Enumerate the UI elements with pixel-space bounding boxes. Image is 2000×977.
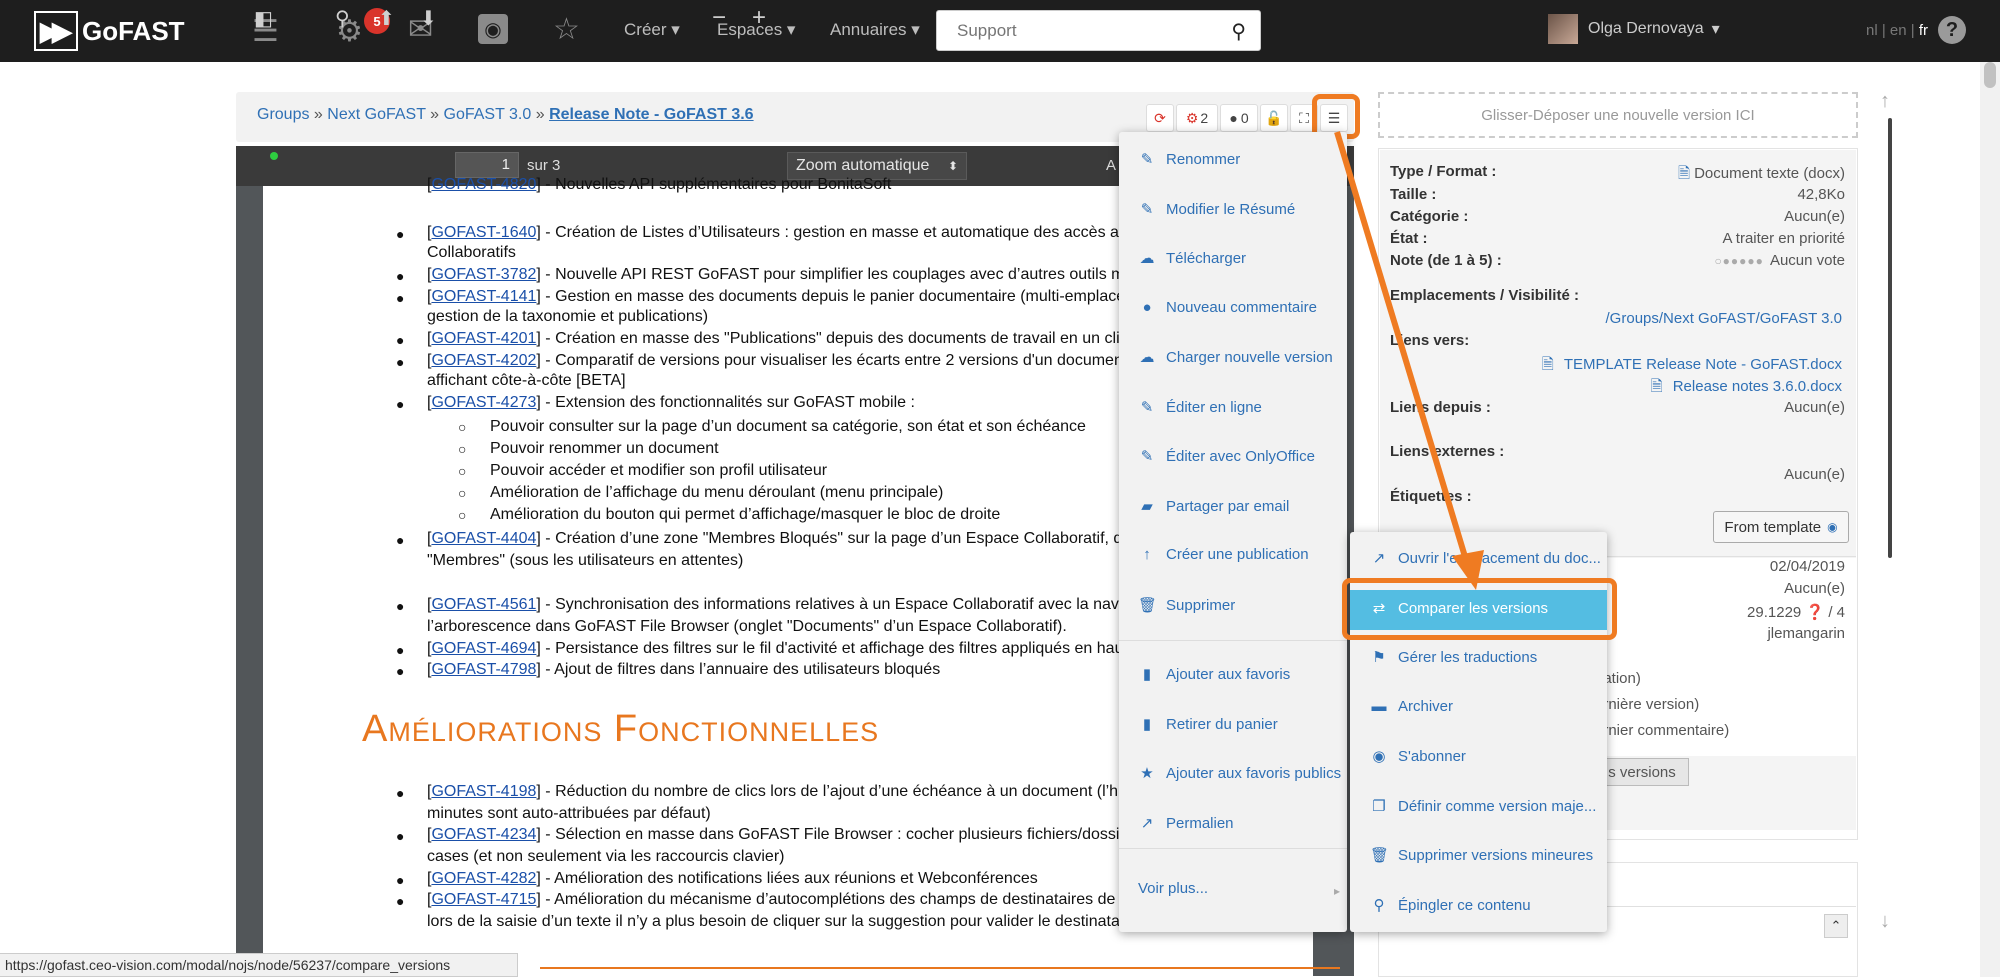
arrow-head xyxy=(1452,550,1484,590)
annotation-arrow xyxy=(1334,131,1484,590)
arrow-line xyxy=(1334,131,1469,561)
status-bar-url: https://gofast.ceo-vision.com/modal/nojs… xyxy=(0,953,518,977)
